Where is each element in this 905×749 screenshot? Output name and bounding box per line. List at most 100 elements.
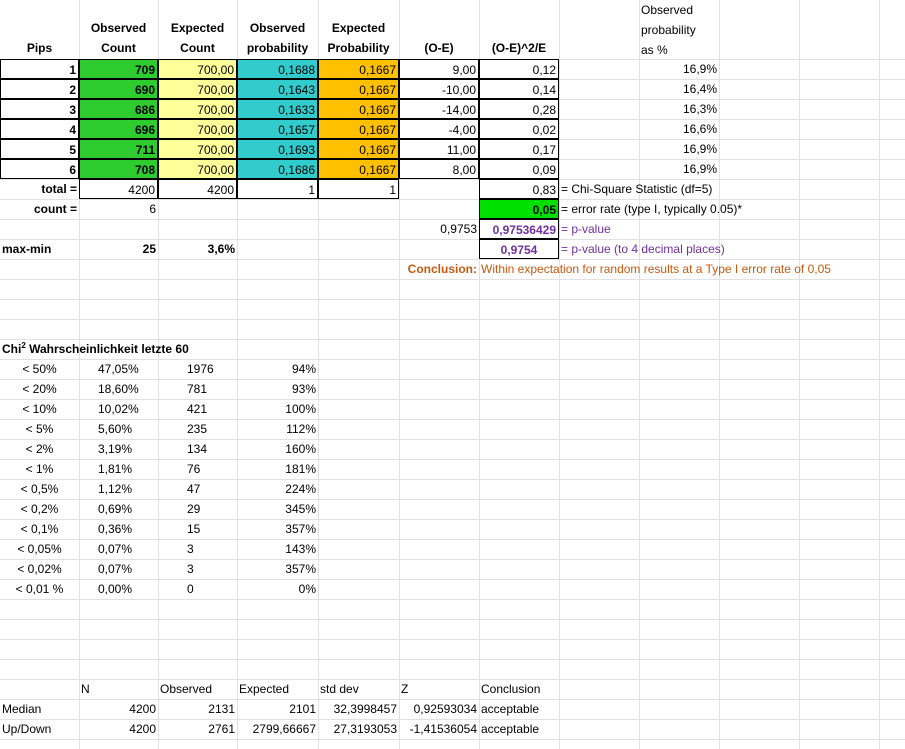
observed-prob-cell[interactable]: 0,1657 [237,119,318,139]
observed-count-cell[interactable]: 686 [79,99,158,119]
chi-ratio-cell[interactable]: 224% [237,479,318,499]
pip-cell[interactable]: 3 [0,99,79,119]
expected-count-cell[interactable]: 700,00 [158,119,237,139]
expected-count-cell[interactable]: 700,00 [158,139,237,159]
bottom-z-cell[interactable]: 0,92593034 [399,699,479,719]
chi-count-cell[interactable]: 3 [185,559,245,579]
observed-pct-cell[interactable]: 16,9% [639,139,719,159]
pip-cell[interactable]: 4 [0,119,79,139]
observed-pct-cell[interactable]: 16,4% [639,79,719,99]
o-minus-e-cell[interactable]: 11,00 [399,139,479,159]
bottom-conclusion-cell[interactable]: acceptable [479,699,559,719]
chi-threshold-cell[interactable]: < 20% [0,379,79,399]
max-min-percent[interactable]: 3,6% [158,239,237,259]
chi-count-cell[interactable]: 235 [185,419,245,439]
pip-cell[interactable]: 5 [0,139,79,159]
total-expected-prob[interactable]: 1 [318,179,399,199]
expected-count-cell[interactable]: 700,00 [158,99,237,119]
chi-count-cell[interactable]: 421 [185,399,245,419]
bottom-z-cell[interactable]: -1,41536054 [399,719,479,739]
chi-share-cell[interactable]: 10,02% [96,399,158,419]
count-value[interactable]: 6 [79,199,158,219]
chi-ratio-cell[interactable]: 357% [237,559,318,579]
chi-count-cell[interactable]: 47 [185,479,245,499]
chi-term-cell[interactable]: 0,17 [479,139,559,159]
chi-ratio-cell[interactable]: 357% [237,519,318,539]
chi-share-cell[interactable]: 0,07% [96,539,158,559]
pip-cell[interactable]: 6 [0,159,79,179]
expected-prob-cell[interactable]: 0,1667 [318,139,399,159]
max-min-value[interactable]: 25 [79,239,158,259]
chi-count-cell[interactable]: 0 [185,579,245,599]
observed-prob-cell[interactable]: 0,1693 [237,139,318,159]
bottom-n-cell[interactable]: 4200 [79,719,158,739]
chi-ratio-cell[interactable]: 100% [237,399,318,419]
bottom-stddev-cell[interactable]: 27,3193053 [318,719,399,739]
o-minus-e-cell[interactable]: -10,00 [399,79,479,99]
chi-term-cell[interactable]: 0,09 [479,159,559,179]
observed-pct-cell[interactable]: 16,3% [639,99,719,119]
chi-threshold-cell[interactable]: < 2% [0,439,79,459]
o-minus-e-cell[interactable]: -14,00 [399,99,479,119]
chi-threshold-cell[interactable]: < 50% [0,359,79,379]
observed-pct-cell[interactable]: 16,6% [639,119,719,139]
chi-ratio-cell[interactable]: 143% [237,539,318,559]
chi-threshold-cell[interactable]: < 1% [0,459,79,479]
total-observed-prob[interactable]: 1 [237,179,318,199]
bottom-expected-cell[interactable]: 2799,66667 [237,719,318,739]
bottom-conclusion-cell[interactable]: acceptable [479,719,559,739]
chi-ratio-cell[interactable]: 0% [237,579,318,599]
chi-term-cell[interactable]: 0,12 [479,59,559,79]
bottom-n-cell[interactable]: 4200 [79,699,158,719]
chi-threshold-cell[interactable]: < 10% [0,399,79,419]
expected-count-cell[interactable]: 700,00 [158,79,237,99]
chi-square-statistic[interactable]: 0,83 [479,179,559,199]
chi-ratio-cell[interactable]: 345% [237,499,318,519]
chi-share-cell[interactable]: 1,12% [96,479,158,499]
expected-prob-cell[interactable]: 0,1667 [318,159,399,179]
bottom-stddev-cell[interactable]: 32,3998457 [318,699,399,719]
chi-share-cell[interactable]: 18,60% [96,379,158,399]
chi-share-cell[interactable]: 0,07% [96,559,158,579]
p-value-raw[interactable]: 0,9753 [399,219,479,239]
chi-threshold-cell[interactable]: < 0,2% [0,499,79,519]
expected-prob-cell[interactable]: 0,1667 [318,79,399,99]
observed-prob-cell[interactable]: 0,1686 [237,159,318,179]
chi-term-cell[interactable]: 0,14 [479,79,559,99]
observed-pct-cell[interactable]: 16,9% [639,159,719,179]
o-minus-e-cell[interactable]: -4,00 [399,119,479,139]
o-minus-e-cell[interactable]: 8,00 [399,159,479,179]
observed-pct-cell[interactable]: 16,9% [639,59,719,79]
chi-share-cell[interactable]: 47,05% [96,359,158,379]
chi-share-cell[interactable]: 5,60% [96,419,158,439]
chi-ratio-cell[interactable]: 94% [237,359,318,379]
chi-threshold-cell[interactable]: < 0,02% [0,559,79,579]
chi-term-cell[interactable]: 0,28 [479,99,559,119]
o-minus-e-cell[interactable]: 9,00 [399,59,479,79]
chi-ratio-cell[interactable]: 181% [237,459,318,479]
observed-count-cell[interactable]: 690 [79,79,158,99]
chi-count-cell[interactable]: 29 [185,499,245,519]
chi-count-cell[interactable]: 1976 [185,359,245,379]
observed-prob-cell[interactable]: 0,1633 [237,99,318,119]
observed-count-cell[interactable]: 709 [79,59,158,79]
pip-cell[interactable]: 1 [0,59,79,79]
chi-ratio-cell[interactable]: 112% [237,419,318,439]
chi-count-cell[interactable]: 134 [185,439,245,459]
error-rate-input[interactable]: 0,05 [479,199,559,219]
chi-count-cell[interactable]: 15 [185,519,245,539]
chi-share-cell[interactable]: 3,19% [96,439,158,459]
chi-ratio-cell[interactable]: 93% [237,379,318,399]
p-value[interactable]: 0,97536429 [479,219,559,239]
bottom-expected-cell[interactable]: 2101 [237,699,318,719]
p-value-rounded[interactable]: 0,9754 [479,239,559,259]
expected-count-cell[interactable]: 700,00 [158,59,237,79]
bottom-observed-cell[interactable]: 2131 [158,699,237,719]
observed-count-cell[interactable]: 711 [79,139,158,159]
observed-prob-cell[interactable]: 0,1688 [237,59,318,79]
chi-share-cell[interactable]: 0,00% [96,579,158,599]
chi-threshold-cell[interactable]: < 0,5% [0,479,79,499]
chi-share-cell[interactable]: 0,69% [96,499,158,519]
chi-count-cell[interactable]: 3 [185,539,245,559]
observed-count-cell[interactable]: 696 [79,119,158,139]
